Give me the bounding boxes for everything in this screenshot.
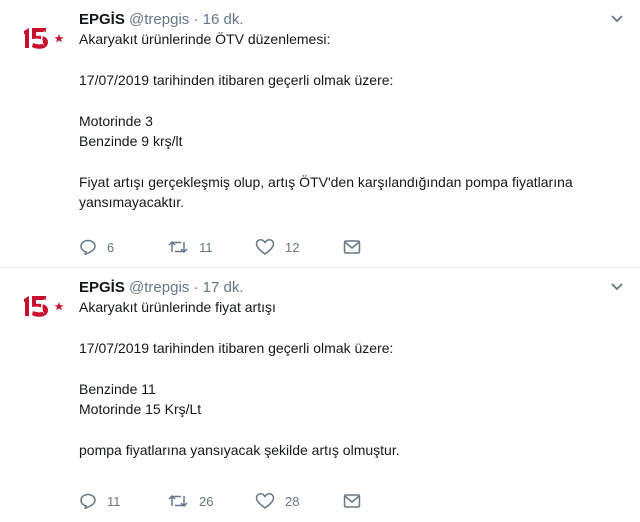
retweet-button[interactable]: 26 [167,490,213,512]
envelope-icon [343,494,361,508]
reply-count: 11 [107,493,121,509]
retweet-button[interactable]: 11 [167,236,213,258]
chevron-down-icon [611,15,623,23]
heart-icon [255,239,275,255]
line-break [79,49,619,70]
tweet-line: Fiyat artışı gerçekleşmiş olup, artış ÖT… [79,174,573,190]
envelope-icon [343,240,361,254]
tweet-line: Benzinde 11 [79,381,156,397]
tweet-line: Motorinde 3 [79,113,153,129]
direct-message-button[interactable] [343,490,361,512]
tweet[interactable]: EPGİS @trepgis · 16 dk. Akaryakıt ürünle… [0,0,640,268]
tweet[interactable]: EPGİS @trepgis · 17 dk. Akaryakıt ürünle… [0,268,640,522]
separator-dot: · [193,279,199,296]
tweet-actions: 11 26 28 [79,490,379,512]
tweet-line: 17/07/2019 tarihinden itibaren geçerli o… [79,72,394,88]
line-break [79,151,619,172]
logo-15-star-icon [24,28,64,49]
tweet-text: Akaryakıt ürünlerinde fiyat artışı 17/07… [79,297,619,460]
tweet-actions: 6 11 12 [79,236,379,258]
avatar[interactable] [22,24,66,52]
tweet-line: Benzinde 9 krş/lt [79,133,183,149]
retweet-count: 11 [199,239,213,255]
reply-button[interactable]: 6 [79,236,114,258]
retweet-icon [168,494,188,508]
line-break [79,419,619,440]
tweet-menu-button[interactable] [610,14,624,24]
reply-icon [80,239,96,256]
timestamp[interactable]: 17 dk. [203,279,244,296]
chevron-down-icon [611,283,623,291]
like-button[interactable]: 28 [255,490,299,512]
direct-message-button[interactable] [343,236,361,258]
tweet-line: pompa fiyatlarına yansıyacak şekilde art… [79,442,400,458]
display-name[interactable]: EPGİS [79,279,125,296]
line-break [79,358,619,379]
tweet-line: Akaryakıt ürünlerinde fiyat artışı [79,299,276,315]
reply-icon [80,493,96,510]
heart-icon [255,493,275,509]
timestamp[interactable]: 16 dk. [203,11,244,28]
reply-button[interactable]: 11 [79,490,121,512]
tweet-header: EPGİS @trepgis · 16 dk. [79,10,244,30]
retweet-icon [168,240,188,254]
tweet-menu-button[interactable] [610,282,624,292]
separator-dot: · [193,11,199,28]
user-handle[interactable]: @trepgis [129,279,189,296]
line-break [79,90,619,111]
tweet-line: yansımayacaktır. [79,194,185,210]
tweet-text: Akaryakıt ürünlerinde ÖTV düzenlemesi: 1… [79,29,619,212]
retweet-count: 26 [199,493,214,509]
tweet-line: 17/07/2019 tarihinden itibaren geçerli o… [79,340,394,356]
logo-15-star-icon [24,296,64,317]
display-name[interactable]: EPGİS [79,11,125,28]
line-break [79,317,619,338]
tweet-header: EPGİS @trepgis · 17 dk. [79,278,244,298]
like-count: 12 [285,239,300,255]
user-handle[interactable]: @trepgis [129,11,189,28]
tweet-line: Akaryakıt ürünlerinde ÖTV düzenlemesi: [79,31,331,47]
tweet-line: Motorinde 15 Krş/Lt [79,401,202,417]
avatar[interactable] [22,292,66,320]
like-count: 28 [285,493,300,509]
reply-count: 6 [107,239,115,255]
like-button[interactable]: 12 [255,236,299,258]
